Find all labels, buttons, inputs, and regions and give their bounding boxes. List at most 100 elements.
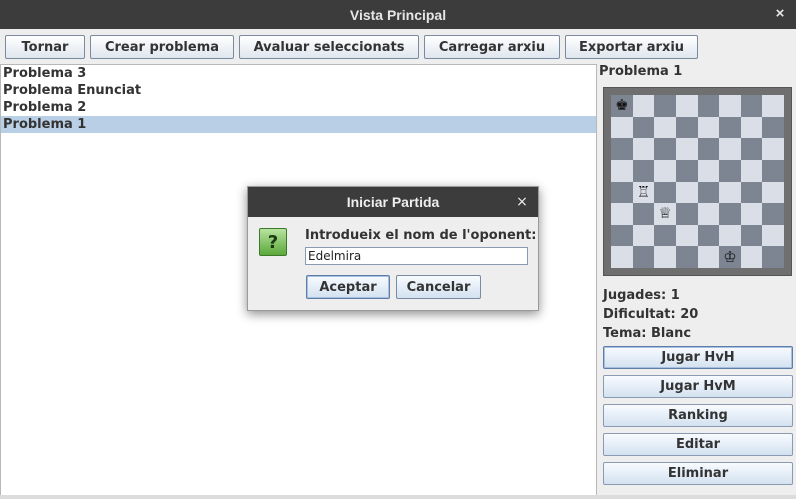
chess-board-frame: ♚ ♖ ♕ ♔	[603, 87, 792, 276]
opponent-prompt: Introdueix el nom de l'oponent:	[305, 228, 537, 243]
list-item[interactable]: Problema 3	[1, 65, 596, 82]
board-square-f3[interactable]	[719, 203, 741, 225]
question-icon: ?	[259, 228, 287, 256]
opponent-name-input[interactable]: Edelmira	[305, 247, 528, 265]
board-square-b3[interactable]	[632, 203, 655, 225]
board-square-a6[interactable]	[611, 138, 633, 160]
board-square-f8[interactable]	[719, 95, 741, 117]
play-hvh-button[interactable]: Jugar HvH	[603, 346, 793, 369]
edit-button[interactable]: Editar	[603, 433, 793, 456]
board-square-a1[interactable]	[611, 246, 633, 268]
board-square-h7[interactable]	[762, 116, 784, 139]
ranking-button[interactable]: Ranking	[603, 404, 793, 427]
board-square-h3[interactable]	[762, 203, 784, 225]
board-square-d4[interactable]	[675, 181, 698, 204]
create-problem-button[interactable]: Crear problema	[90, 35, 234, 59]
board-square-e1[interactable]	[697, 246, 720, 268]
board-square-b2[interactable]	[632, 224, 655, 247]
board-square-b7[interactable]	[632, 116, 655, 139]
problem-title: Problema 1	[599, 64, 683, 79]
board-square-g6[interactable]	[740, 138, 763, 160]
theme: Tema: Blanc	[603, 326, 692, 341]
board-square-b8[interactable]	[632, 95, 655, 117]
toolbar: Tornar Crear problema Avaluar selecciona…	[0, 29, 796, 65]
dialog-title: Iniciar Partida	[346, 194, 440, 210]
evaluate-selected-button[interactable]: Avaluar seleccionats	[239, 35, 419, 59]
window-close-icon[interactable]: ×	[772, 5, 788, 23]
load-file-button[interactable]: Carregar arxiu	[424, 35, 560, 59]
board-square-a5[interactable]	[611, 159, 633, 182]
board-square-h8[interactable]	[762, 95, 784, 117]
board-square-h6[interactable]	[762, 138, 784, 160]
delete-button[interactable]: Eliminar	[603, 462, 793, 485]
board-square-g4[interactable]	[740, 181, 763, 204]
export-file-button[interactable]: Exportar arxiu	[565, 35, 698, 59]
board-square-b4[interactable]: ♖	[632, 181, 655, 204]
start-game-dialog: Iniciar Partida × ? Introdueix el nom de…	[247, 186, 539, 311]
board-square-c5[interactable]	[654, 159, 676, 182]
list-item-selected[interactable]: Problema 1	[1, 116, 596, 133]
back-button[interactable]: Tornar	[5, 35, 85, 59]
board-square-e8[interactable]	[697, 95, 720, 117]
board-square-a3[interactable]	[611, 203, 633, 225]
board-square-h5[interactable]	[762, 159, 784, 182]
board-square-g1[interactable]	[740, 246, 763, 268]
list-item[interactable]: Problema Enunciat	[1, 82, 596, 99]
list-item[interactable]: Problema 2	[1, 99, 596, 116]
board-square-e2[interactable]	[697, 224, 720, 247]
board-square-d8[interactable]	[675, 95, 698, 117]
board-square-c1[interactable]	[654, 246, 676, 268]
board-square-h2[interactable]	[762, 224, 784, 247]
board-square-d6[interactable]	[675, 138, 698, 160]
play-hvm-button[interactable]: Jugar HvM	[603, 375, 793, 398]
board-square-e7[interactable]	[697, 116, 720, 139]
board-square-d2[interactable]	[675, 224, 698, 247]
board-square-g3[interactable]	[740, 203, 763, 225]
board-square-e6[interactable]	[697, 138, 720, 160]
board-square-b1[interactable]	[632, 246, 655, 268]
board-square-e3[interactable]	[697, 203, 720, 225]
board-square-d1[interactable]	[675, 246, 698, 268]
board-square-h1[interactable]	[762, 246, 784, 268]
board-square-h4[interactable]	[762, 181, 784, 204]
board-square-e4[interactable]	[697, 181, 720, 204]
cancel-button[interactable]: Cancelar	[396, 275, 481, 299]
board-square-b5[interactable]	[632, 159, 655, 182]
board-square-c2[interactable]	[654, 224, 676, 247]
chess-board[interactable]: ♚ ♖ ♕ ♔	[611, 95, 784, 268]
board-square-c4[interactable]	[654, 181, 676, 204]
board-square-g5[interactable]	[740, 159, 763, 182]
moves-count: Jugades: 1	[603, 288, 680, 303]
black-king-icon: ♚	[615, 96, 629, 115]
status-bar	[0, 495, 796, 499]
board-square-a7[interactable]	[611, 116, 633, 139]
board-square-f7[interactable]	[719, 116, 741, 139]
board-square-d7[interactable]	[675, 116, 698, 139]
board-square-d3[interactable]	[675, 203, 698, 225]
accept-button[interactable]: Aceptar	[306, 275, 390, 299]
board-square-f1[interactable]: ♔	[719, 246, 741, 268]
white-king-icon: ♔	[723, 247, 737, 266]
difficulty: Dificultat: 20	[603, 307, 699, 322]
board-square-g8[interactable]	[740, 95, 763, 117]
window-titlebar: Vista Principal ×	[0, 0, 796, 29]
board-square-e5[interactable]	[697, 159, 720, 182]
white-queen-icon: ♕	[658, 204, 672, 223]
board-square-f4[interactable]	[719, 181, 741, 204]
board-square-g2[interactable]	[740, 224, 763, 247]
board-square-a8[interactable]: ♚	[611, 95, 633, 117]
board-square-c7[interactable]	[654, 116, 676, 139]
board-square-d5[interactable]	[675, 159, 698, 182]
board-square-b6[interactable]	[632, 138, 655, 160]
board-square-f5[interactable]	[719, 159, 741, 182]
board-square-f6[interactable]	[719, 138, 741, 160]
window-title: Vista Principal	[349, 6, 447, 23]
board-square-c6[interactable]	[654, 138, 676, 160]
board-square-c8[interactable]	[654, 95, 676, 117]
board-square-f2[interactable]	[719, 224, 741, 247]
board-square-a4[interactable]	[611, 181, 633, 204]
board-square-a2[interactable]	[611, 224, 633, 247]
dialog-close-icon[interactable]: ×	[515, 193, 529, 211]
board-square-g7[interactable]	[740, 116, 763, 139]
board-square-c3[interactable]: ♕	[654, 203, 676, 225]
